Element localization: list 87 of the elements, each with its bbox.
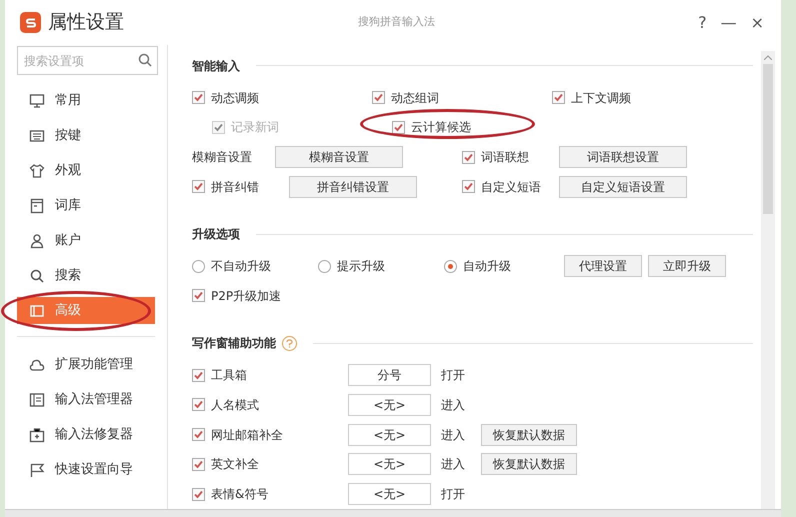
sidebar-item[interactable]: 账户: [17, 227, 155, 254]
checkbox[interactable]: [192, 488, 205, 501]
section-title: 写作窗辅助功能: [192, 335, 276, 352]
book-icon: [29, 198, 45, 214]
sidebar-item[interactable]: 常用: [17, 87, 155, 114]
checkbox-label: 工具箱: [211, 367, 248, 384]
flag-icon: [29, 462, 45, 478]
radio-button[interactable]: [192, 260, 205, 273]
help-button[interactable]: ?: [696, 10, 709, 34]
checkbox-label: 上下文调频: [571, 90, 631, 107]
monitor-icon: [29, 92, 45, 108]
action-label: 进入: [441, 456, 466, 474]
sidebar-item[interactable]: 输入法修复器: [17, 421, 155, 448]
radio-label: 自动升级: [463, 258, 511, 276]
hotkey-field[interactable]: <无>: [348, 453, 431, 476]
toolbox-icon: [29, 426, 45, 442]
checkbox[interactable]: [192, 180, 205, 194]
radio-label: 提示升级: [337, 258, 385, 276]
search-icon: [138, 53, 152, 67]
sidebar-item[interactable]: 外观: [17, 157, 155, 184]
action-label: 进入: [441, 396, 466, 414]
checkbox[interactable]: [192, 91, 205, 104]
action-label: 打开: [441, 367, 466, 384]
logo-icon: [20, 12, 41, 33]
checkbox-label: 网址邮箱补全: [211, 426, 284, 444]
settings-button[interactable]: 立即升级: [648, 255, 726, 278]
checkbox[interactable]: [192, 398, 205, 412]
hotkey-field[interactable]: <无>: [348, 424, 431, 446]
checkbox[interactable]: [552, 91, 565, 104]
settings-button[interactable]: 恢复默认数据: [481, 453, 577, 476]
checkbox[interactable]: [462, 180, 475, 194]
list-icon: [29, 392, 45, 408]
search-field[interactable]: 搜索设置项: [17, 46, 158, 75]
search-icon: [29, 268, 45, 284]
checkbox[interactable]: [462, 150, 475, 164]
checkbox[interactable]: [192, 368, 205, 382]
shirt-icon: [29, 162, 45, 178]
minimize-button[interactable]: —: [718, 10, 739, 34]
checkbox[interactable]: [372, 91, 385, 104]
checkbox-label: 自定义短语: [481, 178, 542, 196]
window-title: 属性设置: [48, 10, 125, 36]
sidebar-item[interactable]: 快速设置向导: [17, 456, 155, 483]
settings-button[interactable]: 拼音纠错设置: [289, 176, 417, 198]
sidebar-item[interactable]: 按键: [17, 122, 155, 149]
sidebar-item[interactable]: 词库: [17, 192, 155, 219]
radio-label: 不自动升级: [211, 258, 271, 276]
checkbox-label: 人名模式: [211, 396, 260, 414]
checkbox[interactable]: [392, 120, 405, 134]
checkbox-label: 词语联想: [481, 149, 530, 166]
scrollbar[interactable]: [761, 51, 775, 509]
checkbox-label: 表情&符号: [211, 486, 270, 504]
checkbox-label: 拼音纠错: [211, 178, 260, 196]
settings-button[interactable]: 自定义短语设置: [559, 176, 687, 198]
setting-label: 模糊音设置: [192, 149, 253, 166]
app-name: 搜狗拼音输入法: [358, 14, 435, 30]
scrollbar-thumb[interactable]: [763, 64, 773, 214]
keyboard-icon: [29, 128, 45, 144]
hotkey-field[interactable]: 分号: [348, 364, 431, 386]
action-label: 打开: [441, 486, 466, 504]
close-button[interactable]: ×: [748, 10, 766, 34]
section-title: 智能输入: [192, 58, 240, 75]
radio-button[interactable]: [318, 260, 331, 273]
checkbox[interactable]: [192, 428, 205, 442]
settings-button[interactable]: 代理设置: [564, 255, 642, 278]
hotkey-field[interactable]: <无>: [348, 394, 431, 416]
checkbox[interactable]: [192, 458, 205, 471]
checkbox-label: 云计算候选: [411, 119, 471, 136]
checkbox-label: 动态调频: [211, 90, 259, 107]
checkbox-label: 记录新词: [231, 119, 279, 136]
action-label: 进入: [441, 426, 466, 444]
sidebar-item[interactable]: 搜索: [17, 262, 155, 289]
radio-button[interactable]: [444, 260, 457, 273]
settings-button[interactable]: 模糊音设置: [275, 146, 403, 168]
person-icon: [29, 232, 45, 248]
checkbox[interactable]: [192, 289, 205, 302]
checkbox-label: 动态组词: [391, 90, 439, 107]
hotkey-field[interactable]: <无>: [348, 483, 431, 506]
settings-button[interactable]: 词语联想设置: [559, 146, 687, 168]
sidebar-item[interactable]: 扩展功能管理: [17, 351, 155, 378]
checkbox-label: 英文补全: [211, 456, 260, 474]
scroll-up-icon[interactable]: [764, 55, 772, 60]
settings-button[interactable]: 恢复默认数据: [481, 424, 577, 446]
window-icon: [29, 302, 45, 318]
checkbox-label: P2P升级加速: [211, 288, 282, 305]
sidebar-item[interactable]: 输入法管理器: [17, 386, 155, 413]
section-title: 升级选项: [192, 226, 240, 244]
help-icon[interactable]: [282, 336, 297, 351]
